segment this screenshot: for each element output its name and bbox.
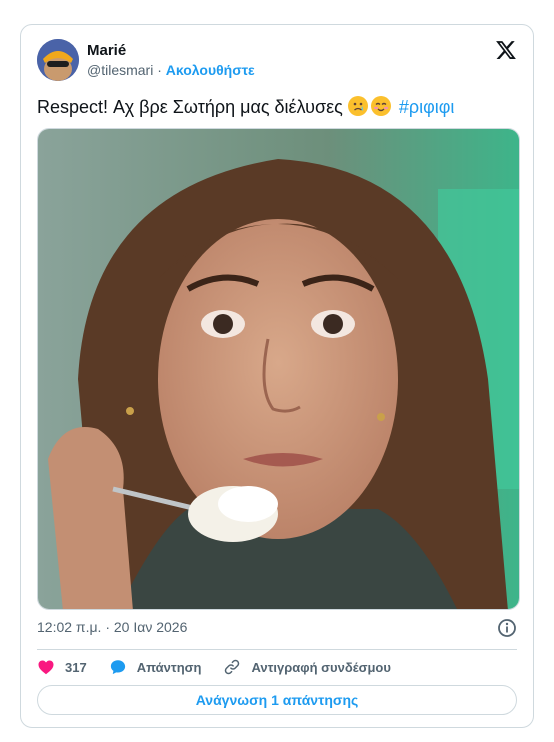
copy-link-button[interactable]: Αντιγραφή συνδέσμου [223,658,391,676]
read-replies-label: Ανάγνωση 1 απάντησης [195,692,359,708]
copy-link-label: Αντιγραφή συνδέσμου [251,659,391,675]
read-replies-button[interactable]: Ανάγνωση 1 απάντησης [37,685,517,715]
tweet-photo[interactable] [37,128,520,610]
tweet-timestamp[interactable]: 12:02 π.μ. · 20 Ιαν 2026 [37,619,187,635]
separator: · [157,62,162,78]
tweet-text: Respect! Αχ βρε Σωτήρη μας διέλυσες #ριφ… [37,95,454,119]
author-handle[interactable]: @tilesmari [87,62,153,78]
like-count: 317 [65,659,87,675]
reply-label: Απάντηση [136,659,202,675]
tweet-body: Respect! Αχ βρε Σωτήρη μας διέλυσες [37,97,343,117]
tweet-card: Marié @tilesmari · Ακολουθήστε Respect! … [20,24,534,728]
info-icon[interactable] [497,618,517,638]
follow-button[interactable]: Ακολουθήστε [166,62,255,78]
author-name[interactable]: Marié [87,42,126,59]
x-logo-icon[interactable] [495,39,517,61]
reply-bubble-icon [110,660,125,675]
handle-row: @tilesmari · Ακολουθήστε [87,62,255,78]
avatar[interactable] [37,39,79,81]
link-icon [225,659,240,675]
divider [37,649,517,650]
smiling-blush-emoji [370,96,391,116]
hashtag-link[interactable]: #ριφιφι [399,97,455,117]
crying-face-emoji [347,96,368,116]
heart-icon [38,660,54,675]
like-button[interactable]: 317 [37,658,87,676]
reply-button[interactable]: Απάντηση [109,658,202,676]
action-bar: 317 Απάντηση Αντιγραφή συνδέσμου [37,655,413,679]
